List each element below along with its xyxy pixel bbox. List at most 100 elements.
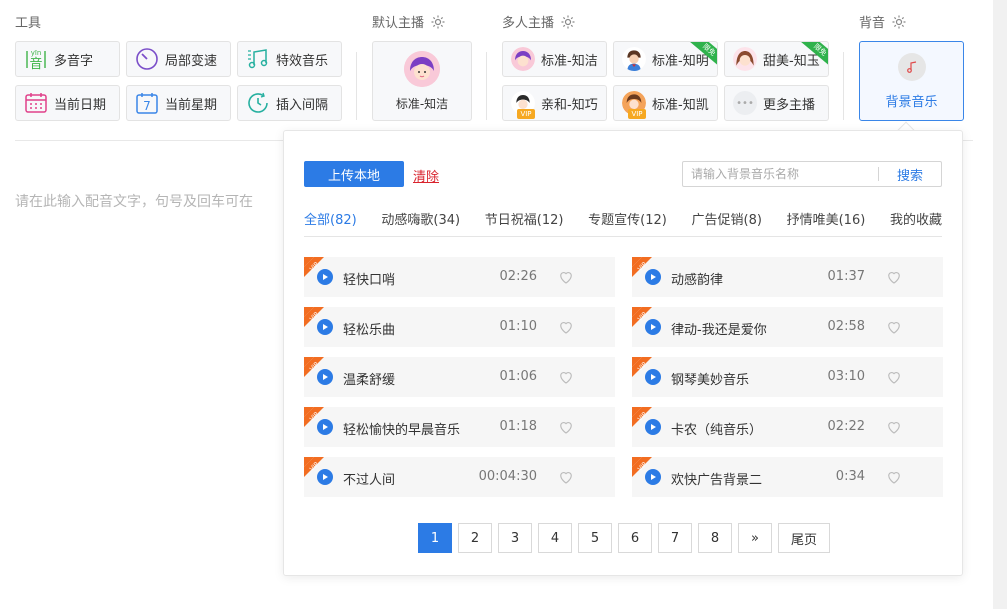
upload-local-button[interactable]: 上传本地 <box>304 161 404 187</box>
tab-lyrical[interactable]: 抒情唯美(16) <box>787 209 866 236</box>
bgm-search-input[interactable] <box>683 162 878 186</box>
bgm-section-title: 背音 <box>859 12 907 31</box>
anchor-name: 甜美-知玉 <box>763 53 820 69</box>
tool-label: 特效音乐 <box>276 53 329 69</box>
tab-all[interactable]: 全部(82) <box>304 209 357 236</box>
default-anchor-card[interactable]: 标准-知洁 <box>372 41 472 121</box>
track-duration: 02:58 <box>827 319 865 334</box>
play-icon[interactable] <box>645 369 661 385</box>
page-scrollbar[interactable] <box>993 0 1007 609</box>
avatar <box>404 50 440 87</box>
tool-current-week-button[interactable]: 7 当前星期 <box>126 85 231 121</box>
list-item[interactable]: VIP 动感韵律 01:37 <box>632 257 943 297</box>
anchor-button[interactable]: VIP 亲和-知巧 <box>502 85 607 121</box>
heart-icon[interactable] <box>557 268 575 286</box>
page-button[interactable]: 4 <box>537 523 572 553</box>
bgm-search-box: 搜索 <box>682 161 942 187</box>
multi-anchor-section-title: 多人主播 <box>502 12 576 31</box>
list-item[interactable]: VIP 律动-我还是爱你 02:58 <box>632 307 943 347</box>
track-duration: 01:37 <box>827 269 865 284</box>
next-page-button[interactable]: » <box>737 523 772 553</box>
heart-icon[interactable] <box>885 268 903 286</box>
tool-current-date-button[interactable]: 当前日期 <box>15 85 120 121</box>
play-icon[interactable] <box>645 269 661 285</box>
heart-icon[interactable] <box>557 468 575 486</box>
search-button[interactable]: 搜索 <box>879 165 941 184</box>
list-item[interactable]: VIP 钢琴美妙音乐 03:10 <box>632 357 943 397</box>
heart-icon[interactable] <box>885 368 903 386</box>
calendar-week-icon: 7 <box>135 91 159 115</box>
bgm-category-tabs: 全部(82) 动感嗨歌(34) 节日祝福(12) 专题宣传(12) 广告促销(8… <box>304 209 942 237</box>
page-button[interactable]: 1 <box>417 523 452 553</box>
page-button[interactable]: 3 <box>497 523 532 553</box>
avatar <box>511 47 535 71</box>
vip-badge: VIP <box>517 109 535 119</box>
text-editor-placeholder[interactable]: 请在此输入配音文字，句号及回车可在 <box>15 191 285 211</box>
page-button[interactable]: 7 <box>657 523 692 553</box>
heart-icon[interactable] <box>885 418 903 436</box>
page-button[interactable]: 2 <box>457 523 492 553</box>
play-icon[interactable] <box>317 269 333 285</box>
tab-ad-sales[interactable]: 广告促销(8) <box>692 209 762 236</box>
heart-icon[interactable] <box>557 418 575 436</box>
track-duration: 00:04:30 <box>478 469 537 484</box>
tool-polyphone-button[interactable]: yīn 音 多音字 <box>15 41 120 77</box>
tts-editor-page: 工具 默认主播 多人主播 背音 yīn音 多音字 局部变速 特效音乐 当前日期 <box>0 0 1007 609</box>
track-name: 轻快口哨 <box>343 273 396 288</box>
page-button[interactable]: 8 <box>697 523 732 553</box>
tools-section-title: 工具 <box>15 12 41 31</box>
gear-icon[interactable] <box>560 14 576 30</box>
anchor-button[interactable]: 标准-知洁 <box>502 41 607 77</box>
play-icon[interactable] <box>317 369 333 385</box>
more-anchors-button[interactable]: ••• 更多主播 <box>724 85 829 121</box>
tool-effect-music-button[interactable]: 特效音乐 <box>237 41 342 77</box>
track-duration: 01:06 <box>499 369 537 384</box>
play-icon[interactable] <box>317 319 333 335</box>
track-duration: 02:22 <box>827 419 865 434</box>
gear-icon[interactable] <box>430 14 446 30</box>
last-page-button[interactable]: 尾页 <box>777 523 830 553</box>
tool-label: 局部变速 <box>165 53 218 69</box>
tool-label: 插入间隔 <box>276 97 329 113</box>
page-button[interactable]: 5 <box>577 523 612 553</box>
svg-text:7: 7 <box>143 99 151 113</box>
heart-icon[interactable] <box>557 368 575 386</box>
list-item[interactable]: VIP 欢快广告背景二 0:34 <box>632 457 943 497</box>
tab-favorites[interactable]: 我的收藏 <box>890 209 942 236</box>
tool-local-speed-button[interactable]: 局部变速 <box>126 41 231 77</box>
heart-icon[interactable] <box>885 468 903 486</box>
tab-promotion[interactable]: 专题宣传(12) <box>588 209 667 236</box>
page-button[interactable]: 6 <box>617 523 652 553</box>
bgm-button[interactable]: 背景音乐 <box>859 41 964 121</box>
heart-icon[interactable] <box>885 318 903 336</box>
list-item[interactable]: VIP 轻松愉快的早晨音乐 01:18 <box>304 407 615 447</box>
heart-icon[interactable] <box>557 318 575 336</box>
anchor-name: 标准-知明 <box>652 53 709 69</box>
tool-insert-pause-button[interactable]: 插入间隔 <box>237 85 342 121</box>
list-item[interactable]: VIP 温柔舒缓 01:06 <box>304 357 615 397</box>
anchor-button[interactable]: VIP 标准-知凯 <box>613 85 718 121</box>
tool-label: 当前日期 <box>54 97 107 113</box>
anchor-button[interactable]: 甜美-知玉 限免 <box>724 41 829 77</box>
clock-icon <box>246 91 270 115</box>
list-item[interactable]: VIP 不过人间 00:04:30 <box>304 457 615 497</box>
clear-link[interactable]: 清除 <box>413 166 439 185</box>
list-item[interactable]: VIP 轻松乐曲 01:10 <box>304 307 615 347</box>
play-icon[interactable] <box>645 469 661 485</box>
play-icon[interactable] <box>317 419 333 435</box>
tab-dynamic[interactable]: 动感嗨歌(34) <box>381 209 460 236</box>
play-icon[interactable] <box>645 419 661 435</box>
track-name: 钢琴美妙音乐 <box>671 373 750 388</box>
anchor-name: 更多主播 <box>763 97 816 113</box>
anchor-name: 标准-知凯 <box>652 97 709 113</box>
calendar-icon <box>24 91 48 115</box>
divider <box>356 52 357 120</box>
tab-festival[interactable]: 节日祝福(12) <box>485 209 564 236</box>
play-icon[interactable] <box>317 469 333 485</box>
play-icon[interactable] <box>645 319 661 335</box>
track-name: 不过人间 <box>343 473 396 488</box>
anchor-button[interactable]: 标准-知明 限免 <box>613 41 718 77</box>
list-item[interactable]: VIP 轻快口哨 02:26 <box>304 257 615 297</box>
list-item[interactable]: VIP 卡农（纯音乐） 02:22 <box>632 407 943 447</box>
gear-icon[interactable] <box>891 14 907 30</box>
